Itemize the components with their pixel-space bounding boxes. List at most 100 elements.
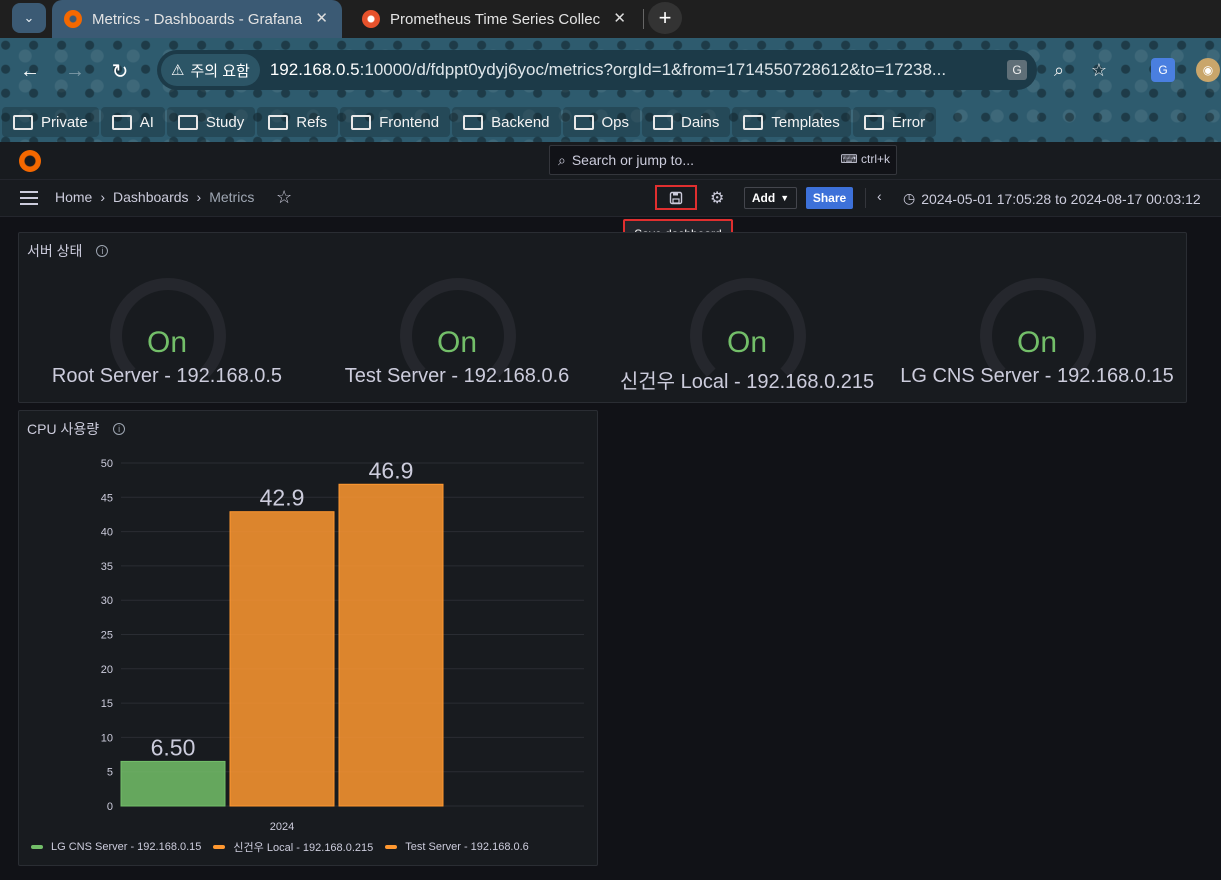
warning-icon: ⚠ [171,62,185,79]
back-icon[interactable]: ← [15,56,45,86]
gauge-local-server: On 신건우 Local - 192.168.0.215 [602,268,892,398]
y-tick-label: 10 [101,732,113,744]
gauge-lgcns-server: On LG CNS Server - 192.168.0.15 [892,268,1182,398]
bookmark-folder[interactable]: Private [2,107,99,137]
tab-title: Prometheus Time Series Collection [390,10,600,28]
legend-swatch [31,845,43,849]
bookmark-star-icon[interactable]: ☆ [1087,58,1111,82]
bookmark-folder[interactable]: Templates [732,107,851,137]
gauge-value: On [436,326,478,359]
grafana-topbar: ⌕ Search or jump to... ⌨ ctrl+k [0,142,1221,180]
favorite-star-icon[interactable]: ☆ [276,187,292,208]
cpu-usage-panel: CPU 사용량 i 0 5 10 15 20 25 30 35 40 45 50 6.50 42.9 46.… [18,410,598,866]
toolbar-separator [865,188,866,208]
add-button[interactable]: Add ▼ [744,187,797,209]
bar-value-label: 42.9 [260,485,305,511]
legend-label: Test Server - 192.168.0.6 [405,841,529,853]
chart-legend: LG CNS Server - 192.168.0.15 신건우 Local - … [31,839,529,855]
share-button[interactable]: Share [806,187,853,209]
profile-avatar-icon[interactable]: ◉ [1196,58,1220,82]
reload-icon[interactable]: ↻ [105,56,135,86]
breadcrumb-current: Metrics [209,189,255,205]
add-label: Add [751,191,776,205]
y-tick-label: 50 [101,458,113,470]
folder-icon [268,114,289,130]
security-chip-label: 주의 요함 [190,62,250,80]
url-path: :10000/d/fdppt0ydyj6yoc/metrics?orgId=1&… [359,60,947,79]
gauge-label: LG CNS Server - 192.168.0.15 [900,365,1174,387]
server-status-panel: 서버 상태 i On Root Server - 192.168.0.5 On T… [18,232,1187,403]
browser-tab-strip: ⌄ Metrics - Dashboards - Grafana ✕ Prome… [0,0,1221,38]
time-range-picker[interactable]: ◷ 2024-05-01 17:05:28 to 2024-08-17 00:03… [903,190,1201,207]
bookmark-label: Refs [296,113,328,131]
tab-prometheus[interactable]: Prometheus Time Series Collection ✕ [350,0,640,38]
bookmark-folder[interactable]: Backend [452,107,561,137]
breadcrumb-home[interactable]: Home [55,189,92,205]
gauge-root-server: On Root Server - 192.168.0.5 [22,268,312,398]
panel-title[interactable]: CPU 사용량 i [27,419,126,439]
tab-close-icon[interactable]: ✕ [613,9,626,27]
dashboard-navbar: Home › Dashboards › Metrics ☆ ⚙ Add ▼ Sha… [0,180,1221,217]
panel-title-text: CPU 사용량 [27,421,100,437]
shortcut-label: ctrl+k [860,152,890,166]
bookmark-folder[interactable]: AI [100,107,165,137]
info-icon[interactable]: i [113,423,126,435]
gauge-value: On [726,326,768,359]
menu-icon[interactable] [20,191,38,205]
gauge-value: On [146,326,188,359]
folder-icon [177,114,198,130]
translate-icon[interactable]: G [1007,60,1027,80]
info-icon[interactable]: i [96,245,109,257]
bookmark-folder[interactable]: Study [166,107,256,137]
y-tick-label: 15 [101,698,113,710]
browser-toolbar: ← → ↻ ⚠ 주의 요함 192.168.0.5:10000/d/fdppt0… [0,38,1221,142]
tab-search-button[interactable]: ⌄ [12,3,46,33]
y-tick-label: 0 [107,801,113,813]
new-tab-button[interactable]: + [648,2,682,34]
bookmark-folder[interactable]: Ops [562,107,641,137]
bar-value-label: 6.50 [151,734,196,760]
search-placeholder: Search or jump to... [571,152,695,168]
folder-icon [13,114,33,130]
panel-title-text: 서버 상태 [27,243,83,259]
google-translate-extension-icon[interactable]: G [1151,58,1175,82]
save-dashboard-button[interactable] [655,185,697,210]
url-text[interactable]: 192.168.0.5:10000/d/fdppt0ydyj6yoc/metri… [270,60,990,80]
security-chip[interactable]: ⚠ 주의 요함 [161,54,260,86]
zoom-icon[interactable]: ⌕ [1047,58,1071,82]
search-input[interactable]: ⌕ Search or jump to... ⌨ ctrl+k [549,145,897,175]
bookmark-label: AI [139,113,154,131]
gear-icon[interactable]: ⚙ [710,188,724,208]
bookmark-folder[interactable]: Refs [257,107,339,137]
bookmark-label: Templates [771,113,840,131]
panel-title[interactable]: 서버 상태 i [27,241,109,261]
breadcrumb-dashboards[interactable]: Dashboards [113,189,189,205]
bookmark-folder[interactable]: Dains [642,107,731,137]
search-icon: ⌕ [558,151,566,168]
bookmark-label: Frontend [379,113,440,131]
legend-item[interactable]: LG CNS Server - 192.168.0.15 [31,839,201,855]
tab-close-icon[interactable]: ✕ [315,9,328,27]
legend-label: 신건우 Local - 192.168.0.215 [233,842,374,854]
time-back-icon[interactable]: ‹ [877,188,882,204]
y-tick-label: 45 [101,492,113,504]
bookmark-label: Error [891,113,926,131]
chevron-down-icon: ▼ [780,193,790,203]
legend-item[interactable]: Test Server - 192.168.0.6 [385,839,529,855]
bar [229,511,335,807]
legend-item[interactable]: 신건우 Local - 192.168.0.215 [213,839,373,855]
legend-swatch [213,845,226,849]
forward-icon[interactable]: → [60,56,90,86]
time-range-label: 2024-05-01 17:05:28 to 2024-08-17 00:03:… [921,190,1201,207]
bar [338,483,444,807]
folder-icon [111,114,132,130]
address-bar[interactable]: ⚠ 주의 요함 192.168.0.5:10000/d/fdppt0ydyj6y… [157,50,1107,90]
bookmarks-bar: Private AI Study Refs Frontend Backend O… [0,104,937,140]
cpu-bar-chart: 0 5 10 15 20 25 30 35 40 45 50 6.50 42.9 46.9 2024 [101,457,584,833]
bookmark-folder[interactable]: Error [852,107,937,137]
url-host: 192.168.0.5 [269,60,360,79]
bar [120,760,226,807]
grafana-logo-icon[interactable] [19,150,41,172]
tab-grafana[interactable]: Metrics - Dashboards - Grafana ✕ [52,0,342,38]
bookmark-folder[interactable]: Frontend [340,107,451,137]
